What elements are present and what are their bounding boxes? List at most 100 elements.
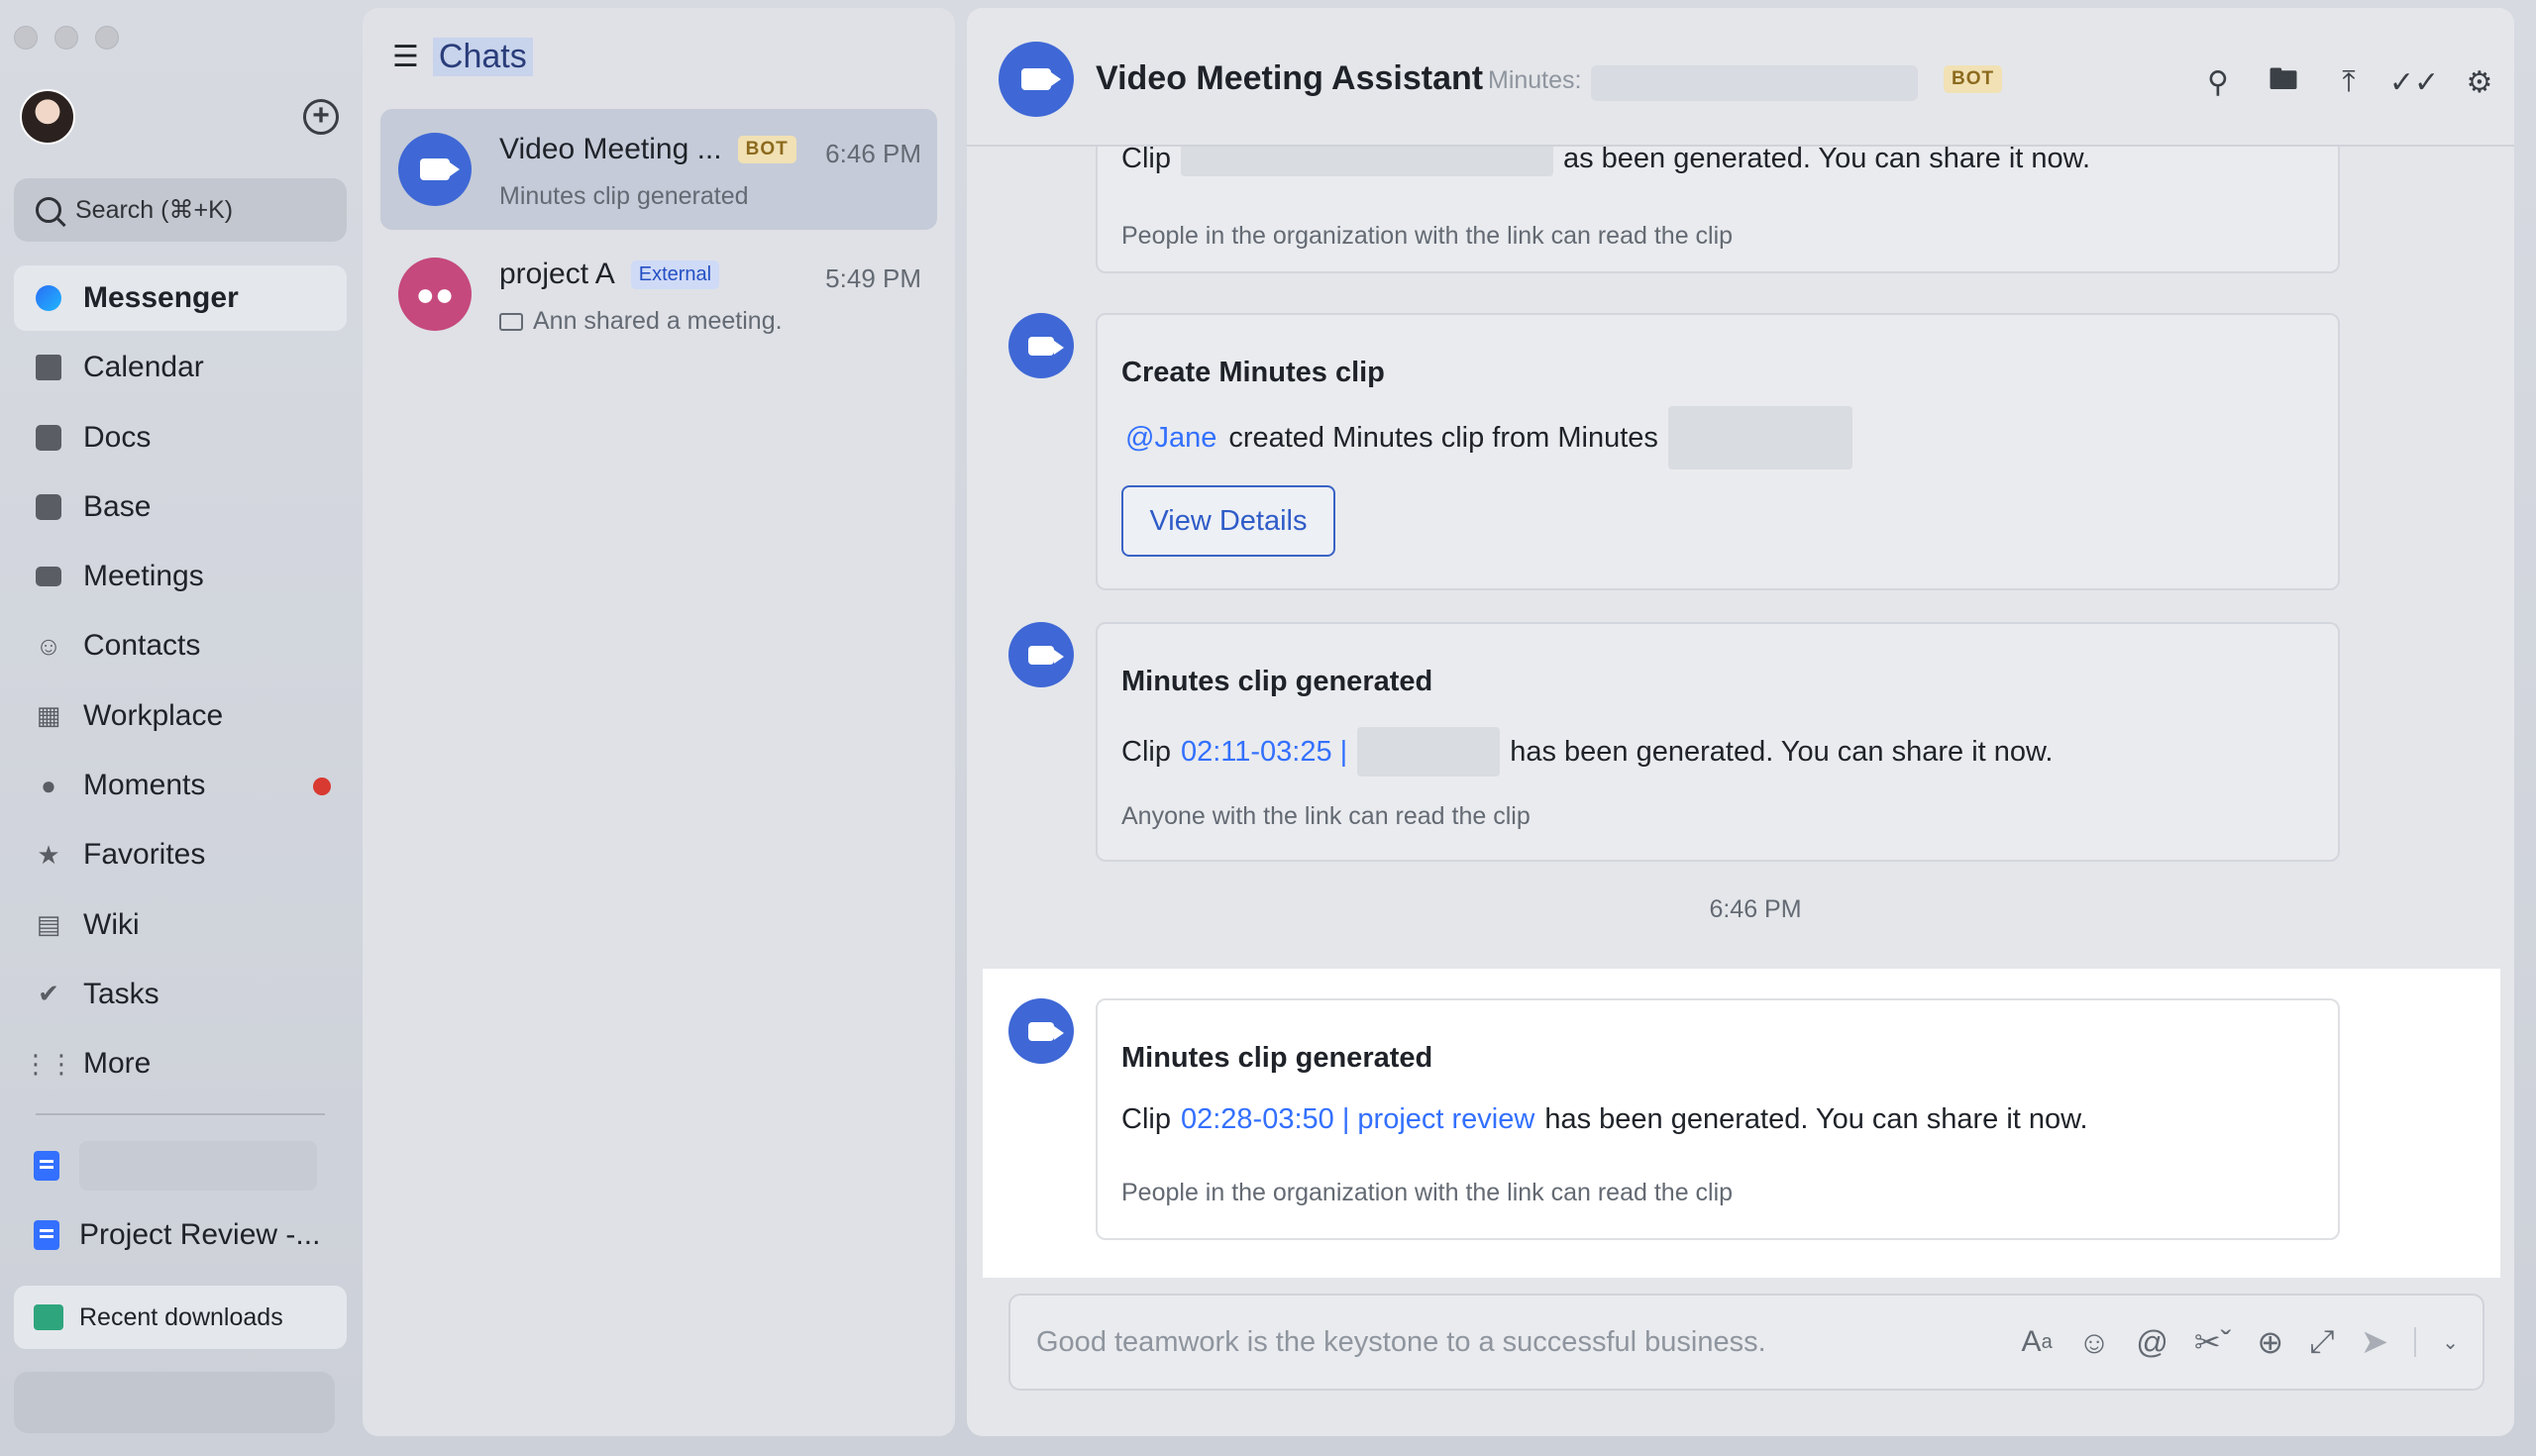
- conversation-panel: Video Meeting Assistant Minutes: BOT ⚲ 🖿…: [967, 8, 2514, 1436]
- view-details-button[interactable]: View Details: [1121, 485, 1335, 557]
- pinned-doc-redacted[interactable]: [34, 1141, 317, 1191]
- chat-list-title: Chats: [433, 38, 533, 76]
- card-title: Create Minutes clip: [1121, 357, 1385, 389]
- conversation-title: Video Meeting Assistant: [1096, 59, 1483, 98]
- clip-prefix: Clip: [1121, 143, 1171, 175]
- card-line: Clip 02:28-03:50 | project review has be…: [1121, 1103, 2088, 1136]
- card-note: People in the organization with the link…: [1121, 1179, 1733, 1207]
- nav-item-label: Moments: [83, 769, 205, 802]
- message-card: Minutes clip generated Clip 02:11-03:25 …: [1096, 622, 2340, 862]
- workplace-icon: ▦: [34, 701, 63, 731]
- card-note: Anyone with the link can read the clip: [1121, 802, 1531, 831]
- nav-item-moments[interactable]: ● Moments: [14, 753, 347, 818]
- nav-item-messenger[interactable]: Messenger: [14, 265, 347, 331]
- recent-downloads-button[interactable]: Recent downloads: [14, 1286, 347, 1349]
- folder-icon[interactable]: 🖿: [2267, 65, 2300, 99]
- nav-item-label: Docs: [83, 421, 151, 455]
- nav-item-more[interactable]: ⋮⋮ More: [14, 1031, 347, 1096]
- meetings-icon: [34, 562, 63, 591]
- nav-item-contacts[interactable]: ☺ Contacts: [14, 613, 347, 678]
- header-toolbar: ⚲ 🖿 ⤒ ✓✓ ⚙: [2201, 65, 2496, 99]
- user-avatar[interactable]: [20, 89, 75, 145]
- bot-avatar[interactable]: [999, 42, 1074, 117]
- text-format-icon[interactable]: Aa: [2022, 1325, 2053, 1359]
- doc-icon: [34, 1220, 59, 1250]
- redacted-clip-name: [1357, 727, 1500, 777]
- message-timestamp: 6:46 PM: [967, 895, 2514, 924]
- pinned-doc-project-review[interactable]: Project Review -...: [34, 1210, 320, 1260]
- send-icon[interactable]: ➤: [2361, 1322, 2389, 1362]
- more-grid-icon: ⋮⋮: [34, 1049, 63, 1079]
- group-icon: ●●: [416, 276, 455, 313]
- composer-toolbar: Aa ☺ @ ✂ˇ ⊕ ⤢ ➤ ⌄: [2022, 1322, 2483, 1362]
- mention-icon[interactable]: @: [2136, 1324, 2167, 1361]
- star-icon: ★: [34, 840, 63, 870]
- clip-link[interactable]: 02:11-03:25 |: [1181, 736, 1347, 769]
- message-card: Minutes clip generated Clip 02:28-03:50 …: [1096, 998, 2340, 1240]
- clip-link[interactable]: 02:28-03:50 | project review: [1181, 1103, 1534, 1136]
- doc-icon: [34, 1151, 59, 1181]
- moments-icon: ●: [34, 771, 63, 800]
- nav-item-docs[interactable]: Docs: [14, 405, 347, 470]
- card-line: Clip 02:11-03:25 | has been generated. Y…: [1121, 727, 2053, 777]
- double-check-icon[interactable]: ✓✓: [2397, 65, 2431, 99]
- nav-item-tasks[interactable]: ✔ Tasks: [14, 962, 347, 1027]
- search-placeholder: Search (⌘+K): [75, 195, 233, 225]
- app-window: + Search (⌘+K) Messenger Calendar Docs B…: [0, 0, 2536, 1456]
- card-text: created Minutes clip from Minutes: [1228, 422, 1658, 455]
- redacted-footer: [14, 1372, 335, 1433]
- nav-item-favorites[interactable]: ★ Favorites: [14, 822, 347, 887]
- bot-avatar[interactable]: [1008, 313, 1074, 378]
- chat-row-project-a[interactable]: ●● project A External 5:49 PM Ann shared…: [380, 234, 937, 355]
- chat-row-video-meeting[interactable]: Video Meeting ... BOT 6:46 PM Minutes cl…: [380, 109, 937, 230]
- chat-time: 5:49 PM: [825, 263, 921, 294]
- message-card: Create Minutes clip @Jane created Minute…: [1096, 313, 2340, 590]
- docs-icon: [34, 423, 63, 453]
- add-circle-icon[interactable]: ⊕: [2257, 1323, 2283, 1361]
- nav-item-label: Wiki: [83, 908, 140, 942]
- video-camera-icon: [1021, 68, 1051, 90]
- clip-prefix: Clip: [1121, 736, 1171, 769]
- bot-avatar[interactable]: [1008, 622, 1074, 687]
- card-title: Minutes clip generated: [1121, 1042, 1432, 1075]
- group-avatar: ●●: [398, 258, 472, 331]
- clip-suffix: has been generated. You can share it now…: [1510, 736, 2053, 769]
- chat-name: project A: [499, 258, 615, 291]
- nav-item-meetings[interactable]: Meetings: [14, 544, 347, 609]
- search-input[interactable]: Search (⌘+K): [14, 178, 347, 242]
- expand-icon[interactable]: ⤢: [2309, 1323, 2335, 1361]
- clip-suffix: as been generated. You can share it now.: [1563, 143, 2090, 175]
- tasks-icon: ✔: [34, 980, 63, 1009]
- redacted-minutes-link: [1668, 406, 1852, 469]
- chat-preview-text: Ann shared a meeting.: [533, 307, 783, 336]
- bot-avatar: [398, 133, 472, 206]
- chat-time: 6:46 PM: [825, 139, 921, 169]
- settings-gear-icon[interactable]: ⚙: [2463, 65, 2496, 99]
- bot-badge: BOT: [738, 136, 796, 163]
- nav-item-wiki[interactable]: ▤ Wiki: [14, 892, 347, 958]
- messenger-icon: [34, 283, 63, 313]
- bot-avatar[interactable]: [1008, 998, 1074, 1064]
- left-nav: + Search (⌘+K) Messenger Calendar Docs B…: [0, 0, 359, 1456]
- search-chat-icon[interactable]: ⚲: [2201, 65, 2235, 99]
- chat-preview-text: Minutes clip generated: [499, 182, 749, 211]
- add-icon[interactable]: +: [303, 99, 339, 135]
- nav-item-label: Workplace: [83, 699, 223, 733]
- pin-icon[interactable]: ⤒: [2332, 65, 2366, 99]
- emoji-icon[interactable]: ☺: [2078, 1324, 2111, 1361]
- scissors-icon[interactable]: ✂ˇ: [2194, 1323, 2231, 1361]
- nav-divider: [36, 1113, 325, 1115]
- message-composer[interactable]: Good teamwork is the keystone to a succe…: [1008, 1294, 2484, 1391]
- send-options-chevron-icon[interactable]: ⌄: [2442, 1330, 2459, 1355]
- nav-item-base[interactable]: Base: [14, 474, 347, 540]
- collapse-menu-icon[interactable]: ☰: [392, 40, 419, 74]
- meeting-icon: [499, 313, 523, 331]
- mention-link[interactable]: @Jane: [1125, 422, 1216, 455]
- pinned-doc-label: Project Review -...: [79, 1218, 320, 1252]
- redacted-title: [79, 1141, 317, 1191]
- nav-item-workplace[interactable]: ▦ Workplace: [14, 683, 347, 749]
- chat-name-wrap: project A External: [499, 258, 719, 291]
- nav-item-label: Tasks: [83, 978, 159, 1011]
- nav-item-calendar[interactable]: Calendar: [14, 335, 347, 400]
- chat-name: Video Meeting ...: [499, 133, 722, 166]
